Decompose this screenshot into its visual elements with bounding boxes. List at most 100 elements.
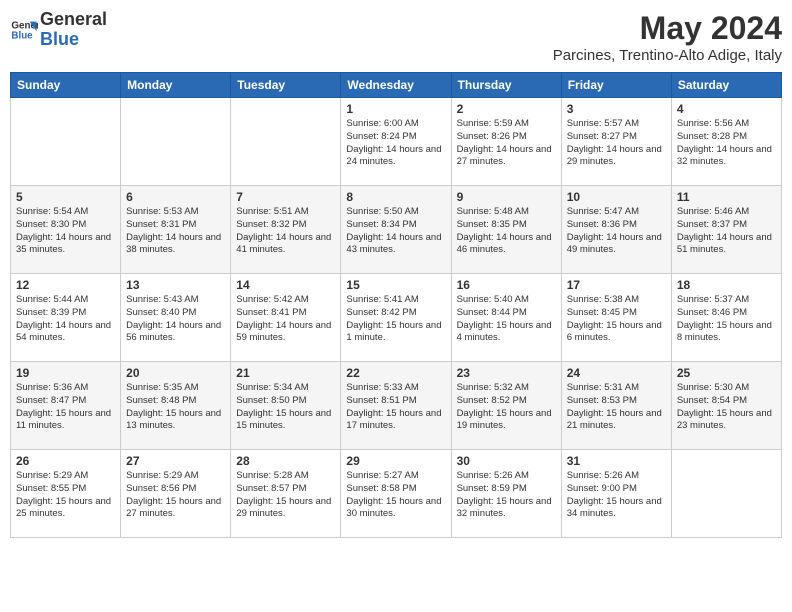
calendar-cell: 1 Sunrise: 6:00 AM Sunset: 8:24 PM Daylig…: [341, 98, 451, 186]
day-number: 1: [346, 102, 445, 116]
calendar-cell: 27Sunrise: 5:29 AM Sunset: 8:56 PM Dayli…: [121, 450, 231, 538]
month-title: May 2024: [553, 10, 782, 47]
calendar-cell: 19 Sunrise: 5:36 AM Sunset: 8:47 PM Dayli…: [11, 362, 121, 450]
cell-content: Sunrise: 5:50 AM Sunset: 8:34 PM Dayligh…: [346, 206, 445, 257]
cell-content: Sunrise: 5:31 AM Sunset: 8:53 PM Dayligh…: [567, 382, 666, 433]
day-number: 28: [236, 454, 335, 468]
cell-content: Sunrise: 5:26 AM Sunset: 8:59 PM Dayligh…: [457, 470, 556, 521]
day-number: 5: [16, 190, 115, 204]
cell-content: Sunrise: 5:48 AM Sunset: 8:35 PM Dayligh…: [457, 206, 556, 257]
weekday-header-tuesday: Tuesday: [231, 73, 341, 98]
cell-content: Sunrise: 5:43 AM Sunset: 8:40 PM Dayligh…: [126, 294, 225, 345]
day-number: 11: [677, 190, 776, 204]
day-number: 13: [126, 278, 225, 292]
day-number: 3: [567, 102, 666, 116]
cell-content: Sunrise: 5:33 AM Sunset: 8:51 PM Dayligh…: [346, 382, 445, 433]
calendar-cell: 28 Sunrise: 5:28 AM Sunset: 8:57 PM Dayli…: [231, 450, 341, 538]
day-number: 14: [236, 278, 335, 292]
calendar-cell: 21 Sunrise: 5:34 AM Sunset: 8:50 PM Dayli…: [231, 362, 341, 450]
day-number: 4: [677, 102, 776, 116]
header-row: SundayMondayTuesdayWednesdayThursdayFrid…: [11, 73, 782, 98]
day-number: 6: [126, 190, 225, 204]
cell-content: Sunrise: 5:44 AM Sunset: 8:39 PM Dayligh…: [16, 294, 115, 345]
weekday-header-saturday: Saturday: [671, 73, 781, 98]
weekday-header-sunday: Sunday: [11, 73, 121, 98]
calendar-cell: [671, 450, 781, 538]
day-number: 9: [457, 190, 556, 204]
day-number: 8: [346, 190, 445, 204]
week-row-4: 19 Sunrise: 5:36 AM Sunset: 8:47 PM Dayli…: [11, 362, 782, 450]
calendar-cell: 13 Sunrise: 5:43 AM Sunset: 8:40 PM Dayli…: [121, 274, 231, 362]
cell-content: Sunrise: 5:29 AM Sunset: 8:56 PM Dayligh…: [126, 470, 225, 521]
calendar-cell: 12 Sunrise: 5:44 AM Sunset: 8:39 PM Dayli…: [11, 274, 121, 362]
cell-content: Sunrise: 5:27 AM Sunset: 8:58 PM Dayligh…: [346, 470, 445, 521]
calendar-cell: 17 Sunrise: 5:38 AM Sunset: 8:45 PM Dayli…: [561, 274, 671, 362]
calendar-cell: 6 Sunrise: 5:53 AM Sunset: 8:31 PM Daylig…: [121, 186, 231, 274]
day-number: 16: [457, 278, 556, 292]
location-title: Parcines, Trentino-Alto Adige, Italy: [553, 47, 782, 64]
calendar-cell: [11, 98, 121, 186]
calendar-cell: 5 Sunrise: 5:54 AM Sunset: 8:30 PM Daylig…: [11, 186, 121, 274]
logo: General Blue General Blue: [10, 10, 107, 50]
cell-content: Sunrise: 5:30 AM Sunset: 8:54 PM Dayligh…: [677, 382, 776, 433]
calendar-cell: 22 Sunrise: 5:33 AM Sunset: 8:51 PM Dayli…: [341, 362, 451, 450]
calendar-cell: 15Sunrise: 5:41 AM Sunset: 8:42 PM Dayli…: [341, 274, 451, 362]
day-number: 23: [457, 366, 556, 380]
day-number: 21: [236, 366, 335, 380]
calendar-cell: 23Sunrise: 5:32 AM Sunset: 8:52 PM Dayli…: [451, 362, 561, 450]
calendar-cell: [121, 98, 231, 186]
page-header: General Blue General Blue May 2024 Parci…: [10, 10, 782, 64]
weekday-header-friday: Friday: [561, 73, 671, 98]
day-number: 17: [567, 278, 666, 292]
svg-text:Blue: Blue: [11, 30, 33, 41]
calendar-cell: [231, 98, 341, 186]
weekday-header-monday: Monday: [121, 73, 231, 98]
calendar-cell: 2 Sunrise: 5:59 AM Sunset: 8:26 PM Daylig…: [451, 98, 561, 186]
calendar-cell: 10Sunrise: 5:47 AM Sunset: 8:36 PM Dayli…: [561, 186, 671, 274]
day-number: 7: [236, 190, 335, 204]
calendar-cell: 20 Sunrise: 5:35 AM Sunset: 8:48 PM Dayli…: [121, 362, 231, 450]
day-number: 29: [346, 454, 445, 468]
calendar-cell: 7 Sunrise: 5:51 AM Sunset: 8:32 PM Daylig…: [231, 186, 341, 274]
calendar-cell: 29 Sunrise: 5:27 AM Sunset: 8:58 PM Dayli…: [341, 450, 451, 538]
cell-content: Sunrise: 5:36 AM Sunset: 8:47 PM Dayligh…: [16, 382, 115, 433]
cell-content: Sunrise: 5:29 AM Sunset: 8:55 PM Dayligh…: [16, 470, 115, 521]
day-number: 20: [126, 366, 225, 380]
calendar-cell: 18Sunrise: 5:37 AM Sunset: 8:46 PM Dayli…: [671, 274, 781, 362]
cell-content: Sunrise: 5:37 AM Sunset: 8:46 PM Dayligh…: [677, 294, 776, 345]
day-number: 12: [16, 278, 115, 292]
day-number: 26: [16, 454, 115, 468]
logo-text: General Blue: [40, 10, 107, 50]
cell-content: Sunrise: 5:51 AM Sunset: 8:32 PM Dayligh…: [236, 206, 335, 257]
day-number: 19: [16, 366, 115, 380]
cell-content: Sunrise: 5:53 AM Sunset: 8:31 PM Dayligh…: [126, 206, 225, 257]
weekday-header-thursday: Thursday: [451, 73, 561, 98]
calendar-cell: 8 Sunrise: 5:50 AM Sunset: 8:34 PM Daylig…: [341, 186, 451, 274]
calendar-table: SundayMondayTuesdayWednesdayThursdayFrid…: [10, 72, 782, 538]
calendar-cell: 4 Sunrise: 5:56 AM Sunset: 8:28 PM Daylig…: [671, 98, 781, 186]
day-number: 10: [567, 190, 666, 204]
cell-content: Sunrise: 5:56 AM Sunset: 8:28 PM Dayligh…: [677, 118, 776, 169]
week-row-1: 1 Sunrise: 6:00 AM Sunset: 8:24 PM Daylig…: [11, 98, 782, 186]
day-number: 22: [346, 366, 445, 380]
cell-content: Sunrise: 5:42 AM Sunset: 8:41 PM Dayligh…: [236, 294, 335, 345]
cell-content: Sunrise: 5:59 AM Sunset: 8:26 PM Dayligh…: [457, 118, 556, 169]
calendar-cell: 26 Sunrise: 5:29 AM Sunset: 8:55 PM Dayli…: [11, 450, 121, 538]
week-row-2: 5 Sunrise: 5:54 AM Sunset: 8:30 PM Daylig…: [11, 186, 782, 274]
cell-content: Sunrise: 5:57 AM Sunset: 8:27 PM Dayligh…: [567, 118, 666, 169]
cell-content: Sunrise: 5:35 AM Sunset: 8:48 PM Dayligh…: [126, 382, 225, 433]
cell-content: Sunrise: 6:00 AM Sunset: 8:24 PM Dayligh…: [346, 118, 445, 169]
calendar-cell: 24 Sunrise: 5:31 AM Sunset: 8:53 PM Dayli…: [561, 362, 671, 450]
day-number: 24: [567, 366, 666, 380]
day-number: 30: [457, 454, 556, 468]
cell-content: Sunrise: 5:54 AM Sunset: 8:30 PM Dayligh…: [16, 206, 115, 257]
calendar-cell: 25Sunrise: 5:30 AM Sunset: 8:54 PM Dayli…: [671, 362, 781, 450]
week-row-5: 26 Sunrise: 5:29 AM Sunset: 8:55 PM Dayli…: [11, 450, 782, 538]
cell-content: Sunrise: 5:28 AM Sunset: 8:57 PM Dayligh…: [236, 470, 335, 521]
calendar-cell: 9 Sunrise: 5:48 AM Sunset: 8:35 PM Daylig…: [451, 186, 561, 274]
calendar-cell: 3 Sunrise: 5:57 AM Sunset: 8:27 PM Daylig…: [561, 98, 671, 186]
cell-content: Sunrise: 5:34 AM Sunset: 8:50 PM Dayligh…: [236, 382, 335, 433]
cell-content: Sunrise: 5:38 AM Sunset: 8:45 PM Dayligh…: [567, 294, 666, 345]
day-number: 2: [457, 102, 556, 116]
cell-content: Sunrise: 5:40 AM Sunset: 8:44 PM Dayligh…: [457, 294, 556, 345]
